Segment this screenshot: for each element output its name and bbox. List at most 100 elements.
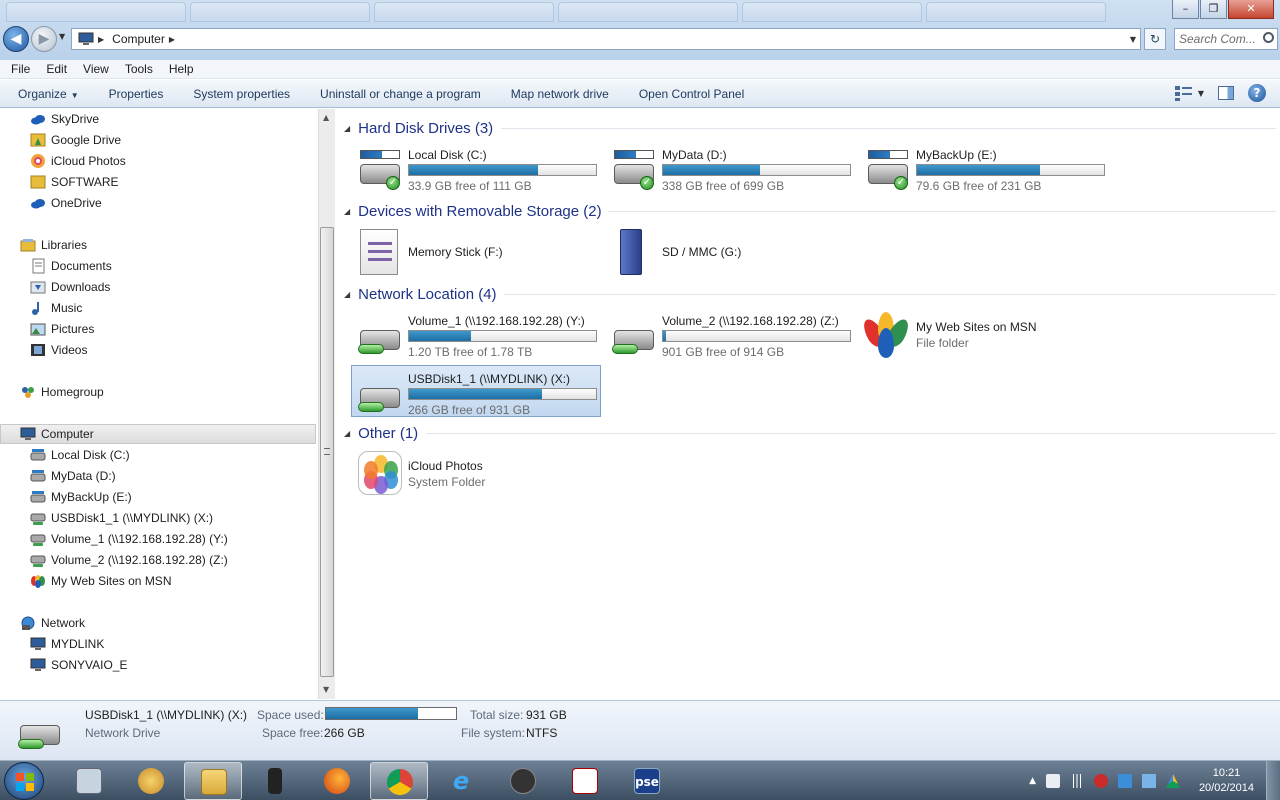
group-header-network-location[interactable]: ◢ Network Location (4) — [344, 284, 497, 304]
taskbar-firefox[interactable] — [308, 762, 366, 800]
collapse-icon[interactable]: ◢ — [344, 429, 350, 438]
drive-tile-e[interactable]: ✓ MyBackUp (E:) 79.6 GB free of 231 GB — [860, 142, 1110, 194]
drive-tile-d[interactable]: ✓ MyData (D:) 338 GB free of 699 GB — [606, 142, 856, 194]
taskbar-ie[interactable]: e — [432, 762, 490, 800]
preview-pane-icon[interactable] — [1218, 86, 1234, 100]
clock-date: 20/02/2014 — [1198, 782, 1254, 794]
refresh-button[interactable]: ↻ — [1144, 28, 1166, 50]
browser-tab[interactable] — [742, 2, 922, 22]
dropbox-icon[interactable] — [1118, 774, 1132, 788]
arrow-left-icon: ◀ — [10, 31, 22, 47]
nav-item-pictures[interactable]: Pictures — [30, 319, 94, 339]
nav-item-onedrive[interactable]: OneDrive — [30, 193, 102, 213]
group-header-other[interactable]: ◢ Other (1) — [344, 423, 418, 443]
nav-item-documents[interactable]: Documents — [30, 256, 112, 276]
browser-tab[interactable] — [190, 2, 370, 22]
collapse-icon[interactable]: ◢ — [344, 290, 350, 299]
group-header-removable-storage[interactable]: ◢ Devices with Removable Storage (2) — [344, 201, 602, 221]
removable-tile-f[interactable]: Memory Stick (F:) — [352, 225, 602, 277]
nav-item-volume1-y[interactable]: Volume_1 (\\192.168.192.28) (Y:) — [30, 529, 228, 549]
nav-item-downloads[interactable]: Downloads — [30, 277, 110, 297]
nav-item-icloud-photos[interactable]: iCloud Photos — [30, 151, 126, 171]
nav-scrollbar[interactable]: ▲ ▼ — [318, 109, 335, 699]
taskbar-device[interactable] — [246, 762, 304, 800]
scroll-down-icon[interactable]: ▼ — [323, 685, 329, 694]
network-tile-x[interactable]: USBDisk1_1 (\\MYDLINK) (X:) 266 GB free … — [351, 365, 601, 417]
help-icon[interactable]: ? — [1248, 84, 1266, 102]
uninstall-program-button[interactable]: Uninstall or change a program — [320, 87, 481, 101]
taskbar-paint[interactable] — [122, 762, 180, 800]
browser-tab[interactable] — [374, 2, 554, 22]
nav-item-software[interactable]: SOFTWARE — [30, 172, 119, 192]
taskbar-chrome[interactable] — [370, 762, 428, 800]
search-input[interactable]: Search Com... — [1174, 28, 1278, 50]
volume-muted-icon[interactable] — [1094, 774, 1108, 788]
network-signal-icon[interactable] — [1070, 774, 1084, 788]
menu-tools[interactable]: Tools — [117, 62, 161, 76]
nav-item-homegroup[interactable]: Homegroup — [20, 382, 104, 402]
start-button[interactable] — [4, 762, 44, 800]
drive-tile-c[interactable]: ✓ Local Disk (C:) 33.9 GB free of 111 GB — [352, 142, 602, 194]
group-header-hard-disk-drives[interactable]: ◢ Hard Disk Drives (3) — [344, 118, 493, 138]
show-desktop-button[interactable] — [1266, 761, 1280, 800]
taskbar-acrobat[interactable] — [556, 762, 614, 800]
other-tile-icloud[interactable]: iCloud Photos System Folder — [352, 447, 602, 499]
safely-remove-icon[interactable] — [1142, 774, 1156, 788]
breadcrumb-separator-icon[interactable]: ▶ — [98, 35, 104, 44]
close-button[interactable]: ✕ — [1228, 0, 1274, 19]
menu-view[interactable]: View — [75, 62, 117, 76]
address-history-dropdown[interactable]: ▼ — [1130, 35, 1136, 44]
nav-item-music[interactable]: Music — [30, 298, 82, 318]
maximize-button[interactable]: ❐ — [1200, 0, 1227, 19]
forward-button[interactable]: ▶ — [31, 26, 57, 52]
properties-button[interactable]: Properties — [109, 87, 164, 101]
recent-pages-dropdown[interactable]: ▼ — [59, 32, 65, 41]
menu-edit[interactable]: Edit — [38, 62, 75, 76]
system-properties-button[interactable]: System properties — [193, 87, 290, 101]
scrollbar-thumb[interactable] — [320, 227, 334, 677]
browser-tab[interactable] — [6, 2, 186, 22]
open-control-panel-button[interactable]: Open Control Panel — [639, 87, 744, 101]
nav-item-computer[interactable]: Computer — [0, 424, 316, 444]
network-tile-msn[interactable]: My Web Sites on MSN File folder — [859, 308, 1110, 360]
nav-item-network[interactable]: Network — [20, 613, 85, 633]
collapse-icon[interactable]: ◢ — [344, 207, 350, 216]
removable-tile-g[interactable]: SD / MMC (G:) — [606, 225, 856, 277]
organize-button[interactable]: Organize ▼ — [18, 87, 79, 101]
minimize-button[interactable]: – — [1172, 0, 1199, 19]
collapse-icon[interactable]: ◢ — [344, 124, 350, 133]
nav-item-mydlink[interactable]: MYDLINK — [30, 634, 104, 654]
browser-tab[interactable] — [558, 2, 738, 22]
nav-item-sonyvaio[interactable]: SONYVAIO_E — [30, 655, 127, 675]
clock[interactable]: 10:21 20/02/2014 — [1199, 766, 1254, 796]
nav-item-msn-websites[interactable]: My Web Sites on MSN — [30, 571, 171, 591]
nav-item-local-disk-c[interactable]: Local Disk (C:) — [30, 445, 130, 465]
taskbar-photoshop-elements[interactable]: pse — [618, 762, 676, 800]
google-drive-tray-icon[interactable] — [1166, 774, 1180, 788]
nav-item-skydrive[interactable]: SkyDrive — [30, 109, 99, 129]
menu-help[interactable]: Help — [161, 62, 202, 76]
address-bar[interactable]: ▶ Computer ▶ ▼ — [71, 28, 1141, 50]
back-button[interactable]: ◀ — [3, 26, 29, 52]
nav-item-usbdisk-x[interactable]: USBDisk1_1 (\\MYDLINK) (X:) — [30, 508, 213, 528]
scroll-up-icon[interactable]: ▲ — [323, 113, 329, 122]
nav-item-libraries[interactable]: Libraries — [20, 235, 87, 255]
nav-item-videos[interactable]: Videos — [30, 340, 87, 360]
browser-tab[interactable] — [926, 2, 1106, 22]
nav-item-mydata-d[interactable]: MyData (D:) — [30, 466, 116, 486]
taskbar-explorer[interactable] — [184, 762, 242, 800]
change-view-button[interactable]: ▼ — [1174, 84, 1204, 102]
show-hidden-icons[interactable]: ▲ — [1029, 776, 1036, 786]
nav-item-google-drive[interactable]: Google Drive — [30, 130, 121, 150]
nav-item-volume2-z[interactable]: Volume_2 (\\192.168.192.28) (Z:) — [30, 550, 228, 570]
map-network-drive-button[interactable]: Map network drive — [511, 87, 609, 101]
network-tile-z[interactable]: Volume_2 (\\192.168.192.28) (Z:) 901 GB … — [606, 308, 856, 360]
nav-item-mybackup-e[interactable]: MyBackUp (E:) — [30, 487, 132, 507]
tray-action-center-icon[interactable] — [1046, 774, 1060, 788]
breadcrumb-computer[interactable]: Computer — [112, 32, 165, 46]
taskbar-hp[interactable] — [494, 762, 552, 800]
network-tile-y[interactable]: Volume_1 (\\192.168.192.28) (Y:) 1.20 TB… — [352, 308, 602, 360]
taskbar-calculator[interactable] — [60, 762, 118, 800]
menu-file[interactable]: File — [3, 62, 38, 76]
breadcrumb-chevron-icon[interactable]: ▶ — [169, 35, 175, 44]
